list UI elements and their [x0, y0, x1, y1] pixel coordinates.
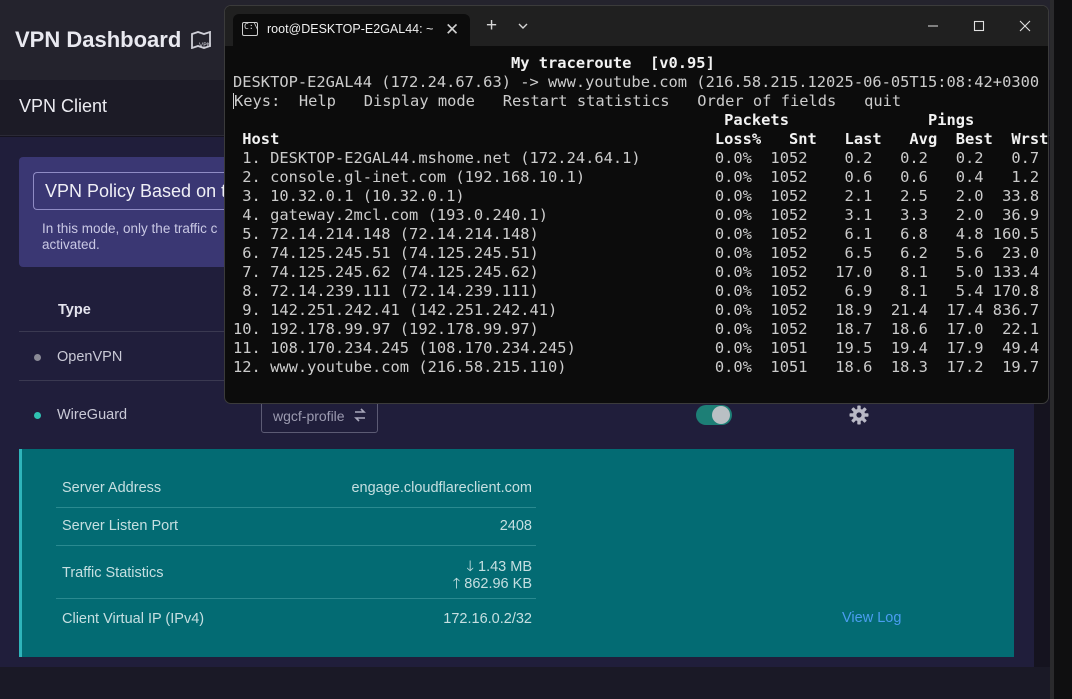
terminal-line: DESKTOP-E2GAL44 (172.24.67.63) -> www.yo…: [233, 73, 1039, 92]
policy-description-text: In this mode, only the traffic c activat…: [42, 221, 218, 252]
divider: [56, 598, 536, 599]
terminal-line: 11. 108.170.234.245 (108.170.234.245) 0.…: [233, 339, 1049, 358]
upload-value: 🡑 862.96 KB: [453, 573, 532, 598]
terminal-line-text: 6. 74.125.245.51 (74.125.245.51) 0.0% 10…: [233, 244, 1049, 262]
server-address-label: Server Address: [62, 480, 162, 496]
terminal-output[interactable]: My traceroute [v0.95] DESKTOP-E2GAL44 (17…: [225, 46, 1049, 403]
chevron-down-icon[interactable]: [517, 20, 529, 32]
new-tab-button[interactable]: +: [486, 16, 497, 35]
minimize-button[interactable]: [923, 16, 943, 36]
gear-icon[interactable]: [849, 405, 869, 425]
arrow-up-icon: 🡑: [452, 576, 461, 592]
terminal-line: 6. 74.125.245.51 (74.125.245.51) 0.0% 10…: [233, 244, 1049, 263]
terminal-line-text: Keys: Help Display mode Restart statisti…: [234, 92, 902, 110]
desktop-edge-line: [1050, 0, 1054, 699]
terminal-tab[interactable]: C:\ root@DESKTOP-E2GAL44: ~ ✕: [233, 14, 470, 46]
terminal-line-text: Packets Pings: [233, 111, 975, 129]
terminal-line-text: 2. console.gl-inet.com (192.168.10.1) 0.…: [233, 168, 1049, 186]
server-port-value: 2408: [499, 518, 532, 534]
wireguard-label: WireGuard: [57, 407, 128, 423]
divider: [56, 545, 536, 546]
terminal-line: My traceroute [v0.95]: [233, 54, 715, 73]
bottom-strip: [0, 667, 1050, 699]
terminal-line: 1. DESKTOP-E2GAL44.mshome.net (172.24.64…: [233, 149, 1049, 168]
divider: [19, 331, 224, 332]
terminal-line: Host Loss% Snt Last Avg Best Wrst StDev: [233, 130, 1049, 149]
client-ip-value: 172.16.0.2/32: [443, 611, 532, 627]
terminal-icon-text: C:\: [244, 22, 259, 31]
svg-text:VPN: VPN: [199, 42, 211, 49]
terminal-line-text: 11. 108.170.234.245 (108.170.234.245) 0.…: [233, 339, 1049, 357]
terminal-line: 10. 192.178.99.97 (192.178.99.97) 0.0% 1…: [233, 320, 1049, 339]
terminal-line: 12. www.youtube.com (216.58.215.110) 0.0…: [233, 358, 1049, 377]
maximize-button[interactable]: [969, 16, 989, 36]
close-window-button[interactable]: [1015, 16, 1035, 36]
terminal-line: 2. console.gl-inet.com (192.168.10.1) 0.…: [233, 168, 1049, 187]
terminal-line: 8. 72.14.239.111 (72.14.239.111) 0.0% 10…: [233, 282, 1049, 301]
profile-select-value: wgcf-profile: [273, 408, 345, 424]
type-column-header: Type: [58, 302, 91, 318]
terminal-titlebar[interactable]: C:\ root@DESKTOP-E2GAL44: ~ ✕ +: [225, 6, 1048, 46]
terminal-window[interactable]: C:\ root@DESKTOP-E2GAL44: ~ ✕ + My trace…: [224, 5, 1049, 404]
terminal-line: Packets Pings: [233, 111, 974, 130]
server-port-label: Server Listen Port: [62, 518, 179, 534]
server-address-value: engage.cloudflareclient.com: [351, 480, 532, 496]
openvpn-label: OpenVPN: [57, 349, 123, 365]
terminal-line-text: Host Loss% Snt Last Avg Best Wrst StDev: [233, 130, 1049, 148]
wireguard-status-dot: [34, 412, 41, 419]
terminal-line: Keys: Help Display mode Restart statisti…: [233, 92, 901, 111]
divider: [19, 380, 224, 381]
terminal-line-text: 12. www.youtube.com (216.58.215.110) 0.0…: [233, 358, 1049, 376]
terminal-line-text: 3. 10.32.0.1 (10.32.0.1) 0.0% 1052 2.1 2…: [233, 187, 1049, 205]
terminal-line-text: 7. 74.125.245.62 (74.125.245.62) 0.0% 10…: [233, 263, 1049, 281]
client-ip-label: Client Virtual IP (IPv4): [62, 611, 205, 627]
traffic-stats-label: Traffic Statistics: [62, 565, 164, 581]
terminal-line-text: 5. 72.14.214.148 (72.14.214.148) 0.0% 10…: [233, 225, 1049, 243]
vpn-map-icon: VPN: [191, 31, 211, 49]
terminal-line-text: DESKTOP-E2GAL44 (172.24.67.63) -> www.yo…: [233, 73, 1040, 91]
policy-mode-select[interactable]: VPN Policy Based on t: [33, 172, 229, 210]
terminal-line: 4. gateway.2mcl.com (193.0.240.1) 0.0% 1…: [233, 206, 1049, 225]
upload-text: 862.96 KB: [464, 576, 532, 592]
terminal-line-text: 4. gateway.2mcl.com (193.0.240.1) 0.0% 1…: [233, 206, 1049, 224]
policy-description: In this mode, only the traffic c activat…: [42, 221, 225, 253]
view-log-link[interactable]: View Log: [842, 610, 901, 626]
section-title: VPN Client: [19, 96, 108, 116]
terminal-line: 3. 10.32.0.1 (10.32.0.1) 0.0% 1052 2.1 2…: [233, 187, 1049, 206]
terminal-line-text: 9. 142.251.242.41 (142.251.242.41) 0.0% …: [233, 301, 1049, 319]
openvpn-status-dot: [34, 354, 41, 361]
terminal-line-text: 8. 72.14.239.111 (72.14.239.111) 0.0% 10…: [233, 282, 1049, 300]
tab-title: root@DESKTOP-E2GAL44: ~: [267, 22, 434, 36]
page-title: VPN Dashboard: [15, 27, 182, 52]
swap-icon: [354, 408, 366, 422]
close-tab-icon[interactable]: ✕: [445, 20, 459, 40]
toggle-knob: [712, 406, 730, 424]
terminal-icon: C:\: [242, 22, 258, 36]
terminal-line-text: 10. 192.178.99.97 (192.178.99.97) 0.0% 1…: [233, 320, 1049, 338]
terminal-line-text: My traceroute [v0.95]: [233, 54, 715, 72]
terminal-line-text: 1. DESKTOP-E2GAL44.mshome.net (172.24.64…: [233, 149, 1049, 167]
terminal-line: 5. 72.14.214.148 (72.14.214.148) 0.0% 10…: [233, 225, 1049, 244]
terminal-line: 7. 74.125.245.62 (74.125.245.62) 0.0% 10…: [233, 263, 1049, 282]
terminal-line: 9. 142.251.242.41 (142.251.242.41) 0.0% …: [233, 301, 1049, 320]
divider: [56, 507, 536, 508]
